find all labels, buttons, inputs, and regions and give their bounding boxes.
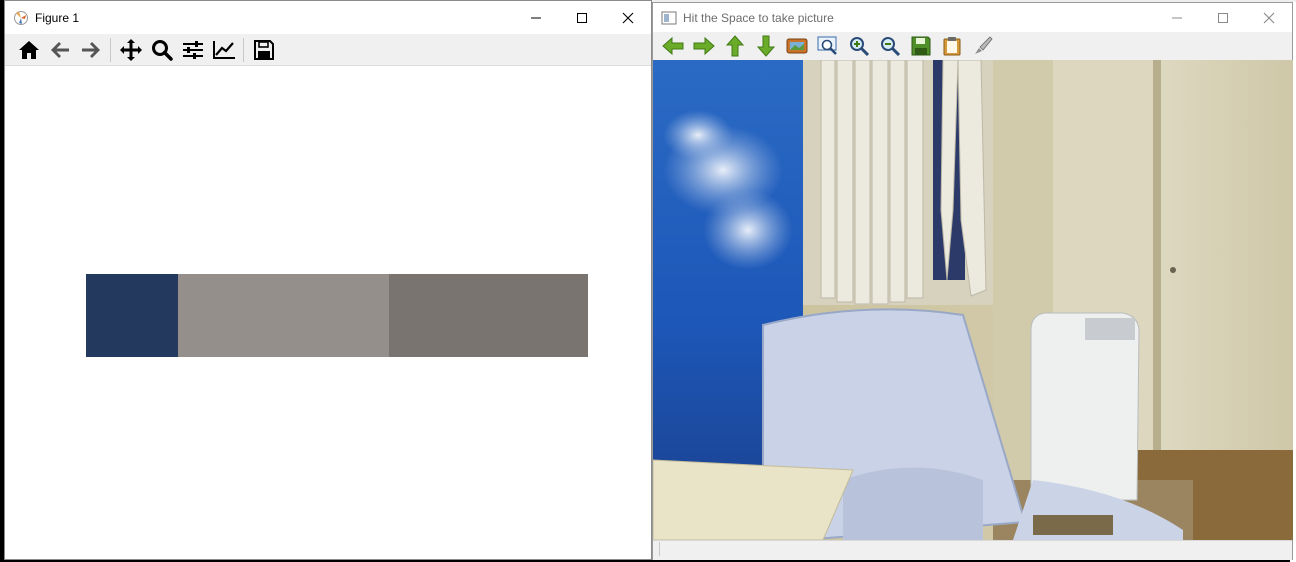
figure-canvas[interactable] — [5, 66, 651, 559]
minimize-button[interactable] — [1154, 3, 1200, 32]
toolbar-separator — [243, 37, 244, 62]
figure-window: Figure 1 — [4, 0, 652, 560]
save-image-button[interactable] — [905, 33, 936, 59]
close-button[interactable] — [605, 1, 651, 34]
pan-down-button[interactable] — [750, 33, 781, 59]
camera-preview-image[interactable] — [653, 60, 1293, 540]
toolbar-separator — [110, 37, 111, 62]
fit-window-button[interactable] — [781, 33, 812, 59]
maximize-button[interactable] — [1200, 3, 1246, 32]
pan-up-button[interactable] — [719, 33, 750, 59]
zoom-out-icon — [880, 37, 900, 56]
close-button[interactable] — [1246, 3, 1292, 32]
camera-title-bar[interactable]: Hit the Space to take picture — [653, 3, 1292, 32]
save-image-icon — [911, 36, 930, 56]
properties-icon — [974, 36, 993, 54]
zoom-in-icon — [849, 37, 869, 56]
minimize-icon — [1172, 17, 1182, 18]
zoom-in-button[interactable] — [843, 33, 874, 59]
color-swatch — [86, 274, 178, 357]
desktop: Figure 1 Hit the Space to take picture — [0, 0, 1296, 562]
camera-window-title: Hit the Space to take picture — [683, 10, 834, 25]
configure-subplots-button[interactable] — [177, 36, 208, 64]
back-arrow-icon — [50, 41, 69, 58]
configure-subplots-icon — [182, 40, 203, 59]
properties-button[interactable] — [967, 33, 998, 59]
pan-up-icon — [725, 35, 744, 57]
copy-clipboard-button[interactable] — [936, 33, 967, 59]
home-icon — [18, 40, 39, 59]
zoom-icon — [151, 39, 173, 61]
maximize-button[interactable] — [559, 1, 605, 34]
status-bar-divider — [659, 542, 660, 556]
zoom-original-button[interactable] — [812, 33, 843, 59]
save-figure-button[interactable] — [248, 36, 279, 64]
color-swatch — [389, 274, 588, 357]
camera-window: Hit the Space to take picture — [652, 2, 1293, 560]
minimize-icon — [531, 17, 541, 18]
forward-button[interactable] — [75, 36, 106, 64]
status-bar — [653, 540, 1292, 560]
figure-window-title: Figure 1 — [35, 10, 80, 25]
color-swatch — [178, 274, 389, 357]
edit-axes-icon — [212, 40, 235, 59]
figure-toolbar — [5, 34, 651, 66]
pan-left-icon — [661, 37, 683, 55]
back-button[interactable] — [44, 36, 75, 64]
save-icon — [253, 39, 274, 60]
fit-window-icon — [786, 38, 807, 54]
zoom-out-button[interactable] — [874, 33, 905, 59]
pan-left-button[interactable] — [657, 33, 688, 59]
close-icon — [1263, 12, 1275, 23]
maximize-icon — [577, 12, 587, 23]
pan-right-icon — [693, 37, 715, 55]
webcam-frame — [653, 60, 1293, 540]
home-button[interactable] — [13, 36, 44, 64]
matplotlib-logo-icon — [14, 10, 28, 25]
close-icon — [622, 12, 634, 23]
pan-down-icon — [756, 35, 775, 57]
maximize-icon — [1218, 12, 1228, 23]
figure-title-bar[interactable]: Figure 1 — [5, 1, 651, 34]
forward-arrow-icon — [81, 41, 100, 58]
window-app-icon — [661, 11, 677, 24]
camera-toolbar — [653, 32, 1292, 60]
edit-axes-button[interactable] — [208, 36, 239, 64]
pan-button[interactable] — [115, 36, 146, 64]
pan-right-button[interactable] — [688, 33, 719, 59]
minimize-button[interactable] — [513, 1, 559, 34]
zoom-original-icon — [817, 36, 837, 55]
zoom-button[interactable] — [146, 36, 177, 64]
pan-icon — [119, 38, 142, 61]
copy-clipboard-icon — [943, 37, 960, 56]
